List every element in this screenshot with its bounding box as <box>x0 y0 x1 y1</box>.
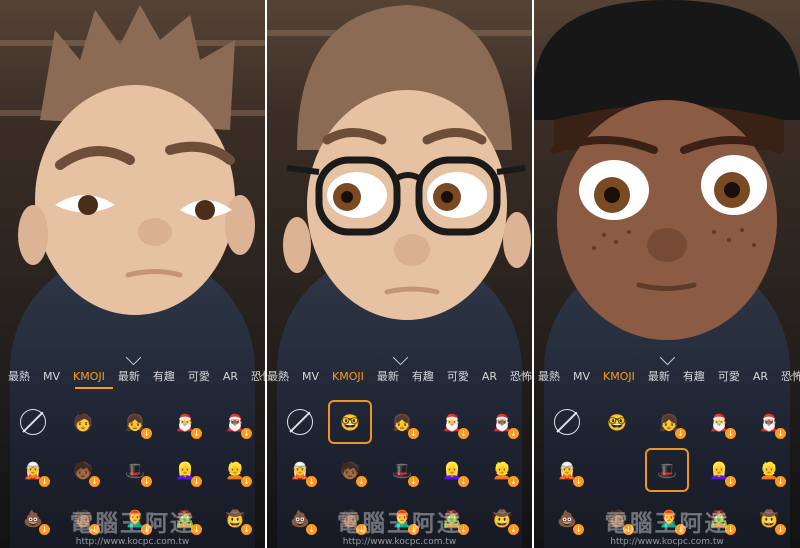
avatar-face <box>534 0 800 340</box>
pink-hair-girl-icon[interactable]: 👧 ↓ <box>116 403 154 441</box>
none-icon[interactable] <box>281 403 319 441</box>
blonde-girl-icon[interactable]: 👱 ↓ <box>216 451 254 489</box>
watermark-url: http://www.kocpc.com.tw <box>75 537 190 547</box>
tab-mv[interactable]: MV <box>573 370 590 383</box>
pink-hair-girl-icon[interactable]: 👧 ↓ <box>383 403 421 441</box>
dark-santa-icon[interactable]: 🎅🏾 ↓ <box>483 403 521 441</box>
category-tabs: 最熱 MV KMOJI 最新 有趣 可愛 AR 恐怖 <box>0 363 265 389</box>
tab-new[interactable]: 最新 <box>377 368 399 384</box>
tab-fun[interactable]: 有趣 <box>683 368 705 384</box>
tab-mv[interactable]: MV <box>302 370 319 383</box>
tab-cute[interactable]: 可愛 <box>718 368 740 384</box>
tab-underline <box>75 387 113 389</box>
tab-hot[interactable]: 最熱 <box>267 368 289 384</box>
tab-kmoji[interactable]: KMOJI <box>332 370 364 383</box>
white-hair-girl-icon[interactable]: 👱‍♀️ ↓ <box>166 451 204 489</box>
blonde-girl-icon[interactable]: 👱 ↓ <box>750 451 788 489</box>
tab-hot[interactable]: 最熱 <box>538 368 560 384</box>
green-hair-icon[interactable]: 🧝 ↓ <box>281 451 319 489</box>
red-hat-icon[interactable]: 🧒🏾 ↓ <box>331 451 369 489</box>
watermark-text: 電腦王阿達 <box>70 511 195 537</box>
santa-icon[interactable]: 🎅 ↓ <box>700 403 738 441</box>
red-hat-icon[interactable]: 🧒🏾 ↓ <box>64 451 102 489</box>
dark-santa-icon[interactable]: 🎅🏾 ↓ <box>216 403 254 441</box>
tab-horror[interactable]: 恐怖 <box>510 368 532 384</box>
watermark-text: 電腦王阿達 <box>337 511 462 537</box>
santa-icon[interactable]: 🎅 ↓ <box>433 403 471 441</box>
watermark-text: 電腦王阿達 <box>604 511 730 537</box>
boy-icon[interactable]: 🧑 <box>64 403 102 441</box>
avatar-face <box>283 5 531 320</box>
pink-hair-girl-icon[interactable]: 👧 ↓ <box>650 403 688 441</box>
tab-ar[interactable]: AR <box>753 370 768 383</box>
white-hair-girl-icon[interactable]: 👱‍♀️ ↓ <box>700 451 738 489</box>
black-hat-icon[interactable]: 🎩 <box>645 448 689 492</box>
tab-horror[interactable]: 恐怖 <box>251 368 265 384</box>
blonde-girl-icon[interactable]: 👱 ↓ <box>483 451 521 489</box>
tab-new[interactable]: 最新 <box>118 368 140 384</box>
tab-fun[interactable]: 有趣 <box>153 368 175 384</box>
tab-ar[interactable]: AR <box>482 370 497 383</box>
tab-horror[interactable]: 恐怖 <box>781 368 800 384</box>
black-hat-icon[interactable]: 🎩 ↓ <box>383 451 421 489</box>
none-icon[interactable] <box>14 403 52 441</box>
tab-cute[interactable]: 可愛 <box>188 368 210 384</box>
black-hat-icon[interactable]: 🎩 ↓ <box>116 451 154 489</box>
panel-right: 最熱 MV KMOJI 最新 有趣 可愛 AR 恐怖 🤓 👧 ↓ 🎅 ↓ 🎅🏾 ↓ 🧝… <box>534 0 800 548</box>
watermark-url: http://www.kocpc.com.tw <box>610 537 724 547</box>
dark-santa-icon[interactable]: 🎅🏾 ↓ <box>750 403 788 441</box>
tab-ar[interactable]: AR <box>223 370 238 383</box>
green-hair-icon[interactable]: 🧝 ↓ <box>548 451 586 489</box>
screenshot-strip: 最熱 MV KMOJI 最新 有趣 可愛 AR 恐怖 🧑 👧↓ 🎅↓ 🎅🏾↓ 🧝… <box>0 0 800 548</box>
tab-hot[interactable]: 最熱 <box>8 368 30 384</box>
watermark-url: http://www.kocpc.com.tw <box>342 537 457 547</box>
panel-middle: 最熱 MV KMOJI 最新 有趣 可愛 AR 恐怖 🤓 👧 ↓ 🎅 ↓ 🎅🏾 ↓ 🧝… <box>267 0 532 548</box>
green-hair-icon[interactable]: 🧝 ↓ <box>14 451 52 489</box>
tab-fun[interactable]: 有趣 <box>412 368 434 384</box>
tab-new[interactable]: 最新 <box>648 368 670 384</box>
santa-icon[interactable]: 🎅 ↓ <box>166 403 204 441</box>
category-tabs: 最熱 MV KMOJI 最新 有趣 可愛 AR 恐怖 <box>534 363 800 389</box>
category-tabs: 最熱 MV KMOJI 最新 有趣 可愛 AR 恐怖 <box>267 363 532 389</box>
tab-kmoji[interactable]: KMOJI <box>603 370 635 383</box>
avatar-face <box>18 5 255 315</box>
boy-icon[interactable]: 🤓 <box>328 400 372 444</box>
tab-kmoji[interactable]: KMOJI <box>73 370 105 383</box>
boy-icon[interactable]: 🤓 <box>598 403 636 441</box>
white-hair-girl-icon[interactable]: 👱‍♀️ ↓ <box>433 451 471 489</box>
tab-cute[interactable]: 可愛 <box>447 368 469 384</box>
panel-left: 最熱 MV KMOJI 最新 有趣 可愛 AR 恐怖 🧑 👧↓ 🎅↓ 🎅🏾↓ 🧝… <box>0 0 265 548</box>
tab-mv[interactable]: MV <box>43 370 60 383</box>
none-icon[interactable] <box>548 403 586 441</box>
